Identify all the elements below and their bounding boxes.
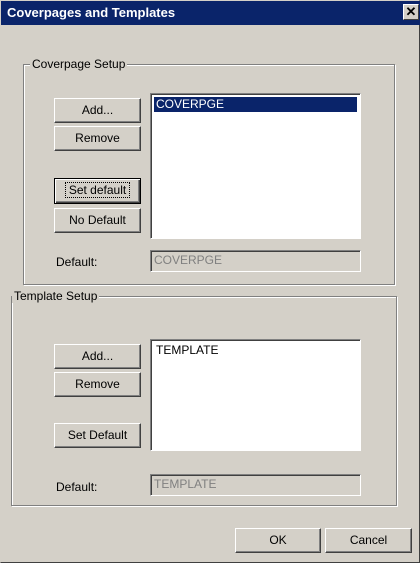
coverpage-remove-label: Remove (75, 131, 120, 145)
list-item[interactable]: COVERPGE (154, 97, 357, 112)
ok-button[interactable]: OK (235, 528, 321, 553)
coverpage-default-value: COVERPGE (154, 253, 223, 267)
template-remove-label: Remove (75, 377, 120, 391)
ok-label: OK (269, 533, 287, 547)
template-add-label: Add... (81, 349, 114, 363)
template-default-label: Default: (56, 480, 98, 494)
list-item[interactable]: TEMPLATE (154, 343, 357, 358)
template-default-field: TEMPLATE (150, 474, 361, 496)
cancel-label: Cancel (349, 533, 388, 547)
coverpage-set-default-button[interactable]: Set default (54, 178, 141, 204)
coverpage-remove-button[interactable]: Remove (54, 126, 141, 151)
coverpage-setup-group: Coverpage Setup Add... Remove Set defaul… (23, 57, 395, 285)
title-bar[interactable]: Coverpages and Templates ✕ (1, 1, 420, 25)
template-default-value: TEMPLATE (154, 477, 217, 491)
window-title: Coverpages and Templates (7, 5, 176, 20)
template-setup-group: Template Setup Add... Remove Set Default… (11, 289, 397, 506)
list-item-label: TEMPLATE (156, 343, 219, 357)
coverpage-no-default-button[interactable]: No Default (54, 208, 141, 233)
template-set-default-label: Set Default (67, 428, 128, 442)
template-add-button[interactable]: Add... (54, 344, 141, 369)
coverpage-add-button[interactable]: Add... (54, 98, 141, 123)
coverpage-default-label: Default: (56, 255, 98, 269)
coverpage-listbox[interactable]: COVERPGE (150, 93, 361, 239)
template-setup-label: Template Setup (12, 289, 100, 303)
coverpage-setup-label: Coverpage Setup (30, 57, 128, 71)
coverpage-set-default-label: Set default (64, 182, 131, 198)
coverpage-default-field: COVERPGE (150, 250, 361, 272)
close-button[interactable]: ✕ (403, 4, 419, 20)
dialog-window: Coverpages and Templates ✕ Coverpage Set… (0, 0, 420, 563)
template-remove-button[interactable]: Remove (54, 372, 141, 397)
coverpage-no-default-label: No Default (69, 213, 126, 227)
template-listbox[interactable]: TEMPLATE (150, 339, 361, 451)
template-set-default-button[interactable]: Set Default (54, 423, 141, 448)
coverpage-add-label: Add... (81, 103, 114, 117)
list-item-label: COVERPGE (156, 97, 225, 111)
cancel-button[interactable]: Cancel (325, 528, 412, 553)
close-icon: ✕ (405, 4, 417, 19)
